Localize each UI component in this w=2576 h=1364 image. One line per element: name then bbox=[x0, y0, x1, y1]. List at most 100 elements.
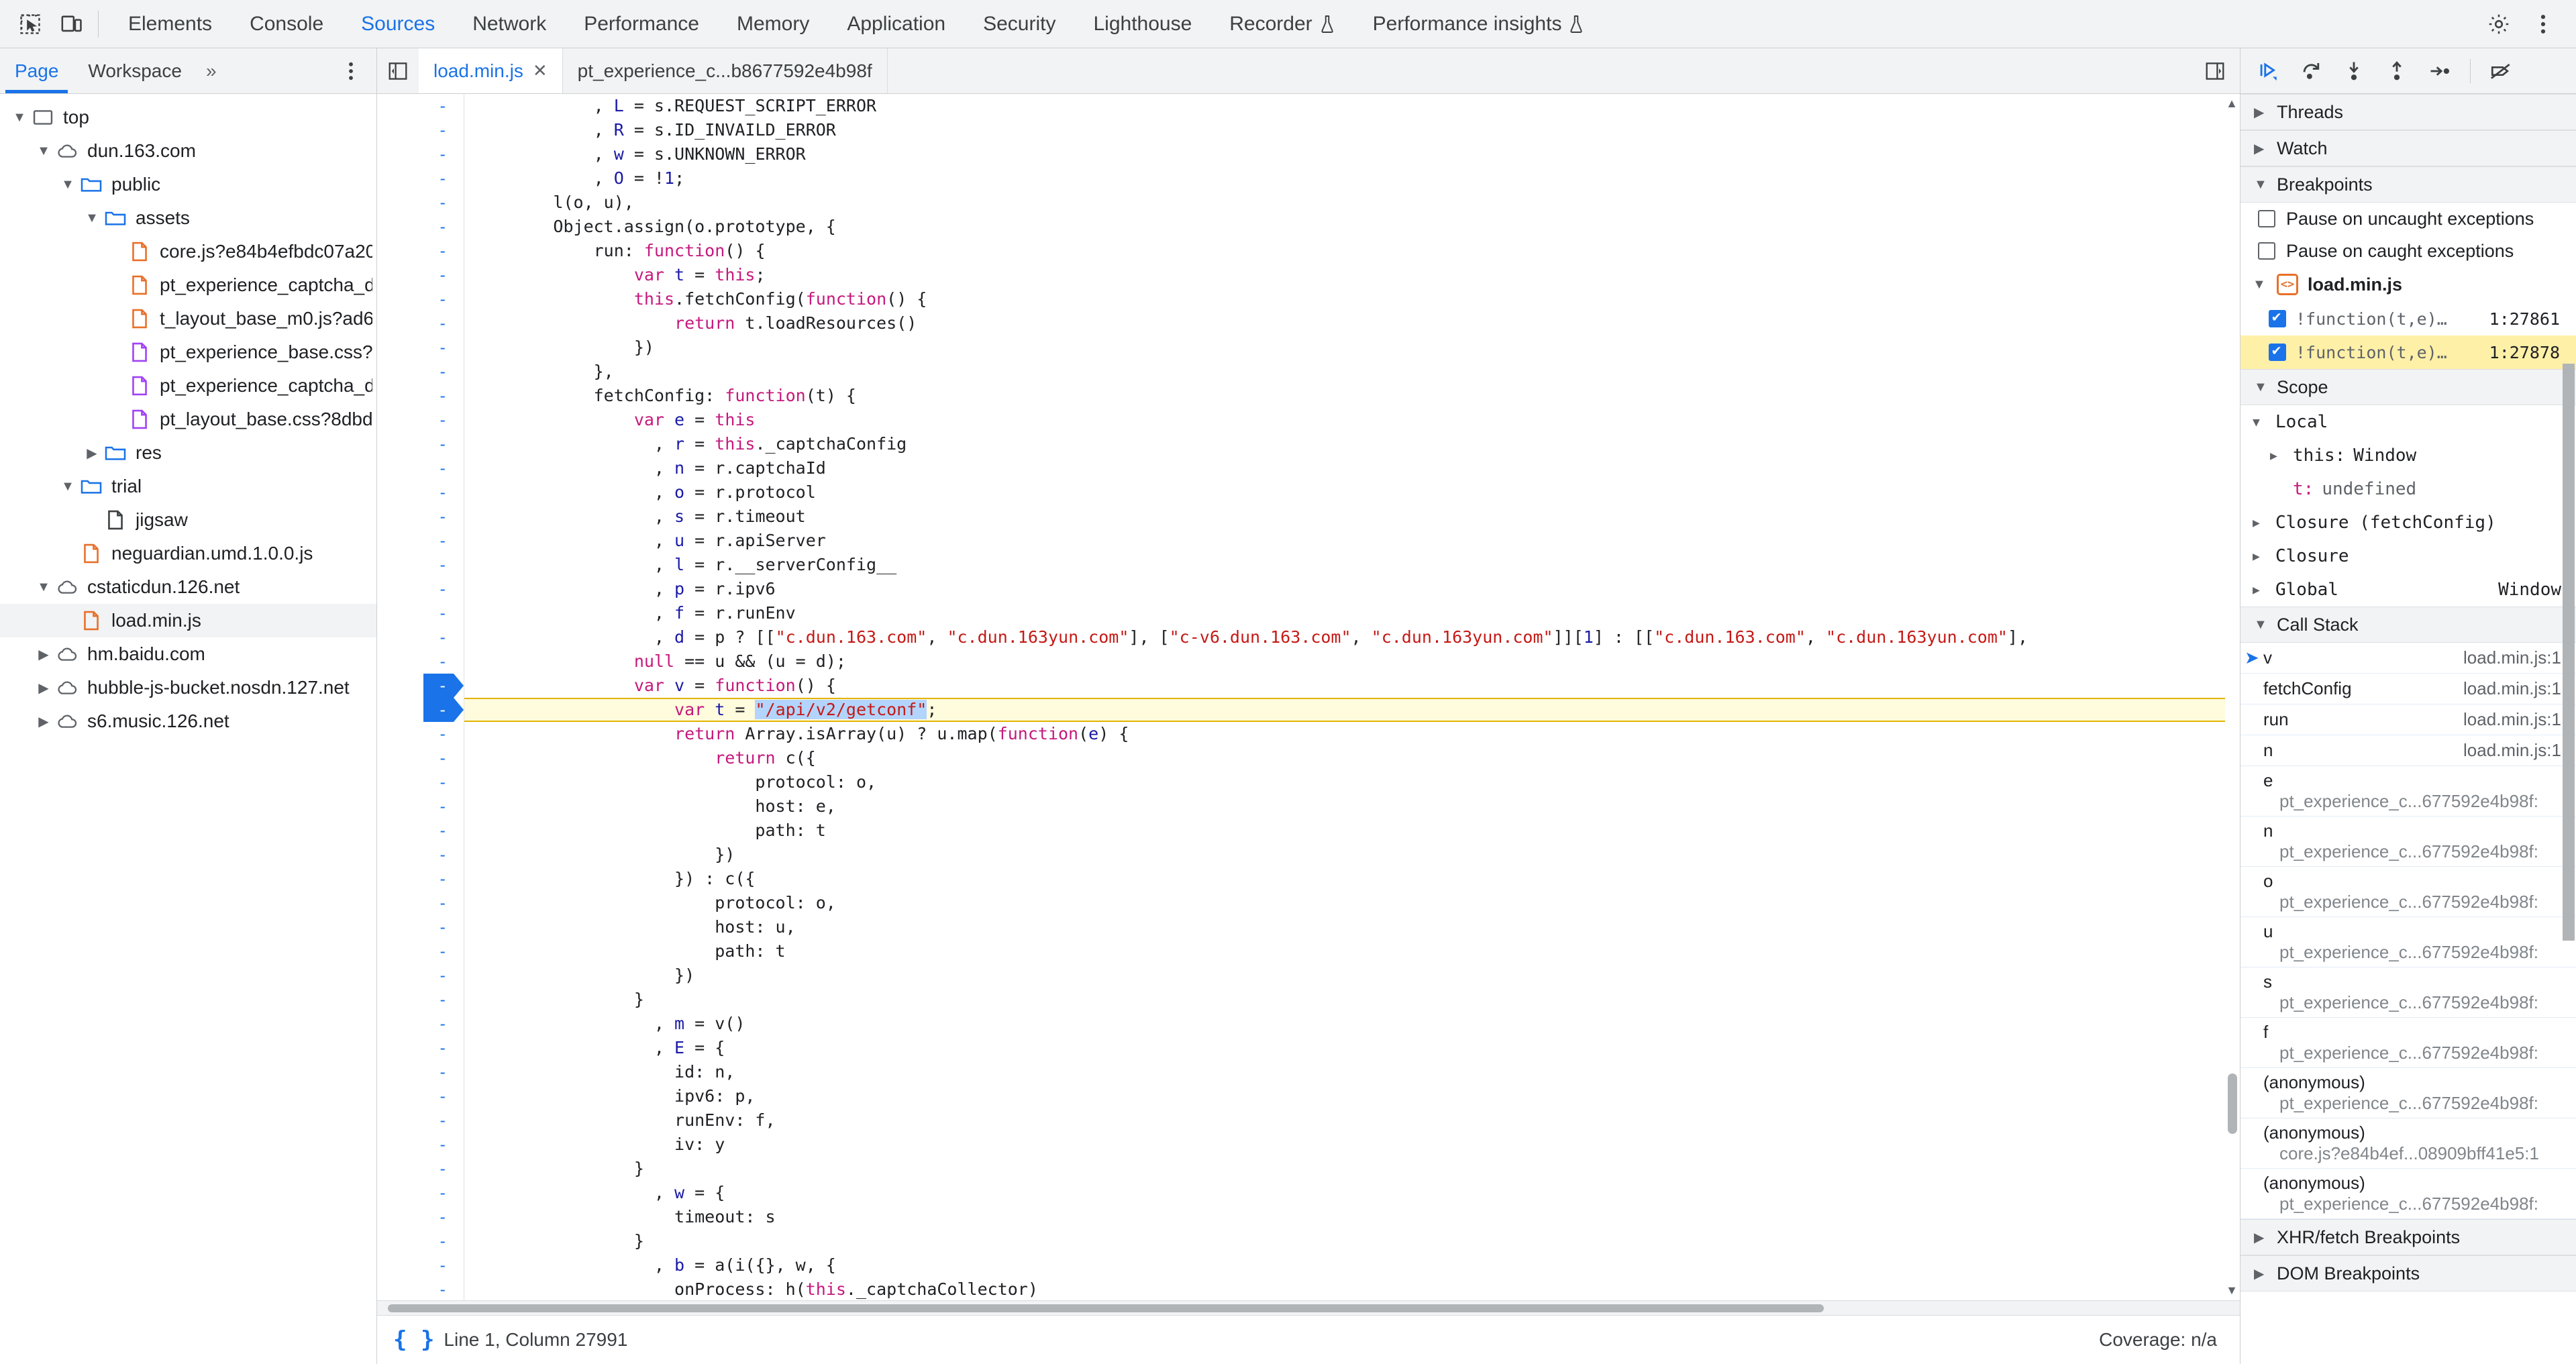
code-line[interactable]: , R = s.ID_INVAILD_ERROR bbox=[464, 118, 2240, 142]
line-number[interactable]: - bbox=[377, 843, 464, 867]
line-number[interactable]: - bbox=[377, 1012, 464, 1036]
tab-console[interactable]: Console bbox=[231, 0, 342, 48]
scrollbar-thumb[interactable] bbox=[2228, 1073, 2237, 1134]
chevron-right-icon[interactable] bbox=[34, 713, 54, 730]
code-line-executing[interactable]: var t = "/api/v2/getconf"; bbox=[464, 698, 2240, 722]
call-stack-frame[interactable]: (anonymous) pt_experience_c...677592e4b98… bbox=[2240, 1068, 2576, 1118]
line-number[interactable]: - bbox=[377, 1253, 464, 1277]
section-breakpoints[interactable]: Breakpoints bbox=[2240, 166, 2576, 203]
scroll-down-arrow-icon[interactable]: ▼ bbox=[2226, 1283, 2238, 1298]
step-icon[interactable] bbox=[2422, 54, 2458, 89]
file-tree-item[interactable]: trial bbox=[0, 470, 376, 503]
inspect-element-icon[interactable] bbox=[9, 5, 51, 44]
chevron-down-icon[interactable] bbox=[58, 479, 78, 494]
file-tree-item[interactable]: assets bbox=[0, 201, 376, 235]
line-number[interactable]: - bbox=[377, 263, 464, 287]
line-number[interactable]: - bbox=[377, 118, 464, 142]
code-line[interactable]: } bbox=[464, 1229, 2240, 1253]
line-number[interactable]: - bbox=[377, 384, 464, 408]
line-number[interactable]: - bbox=[377, 456, 464, 480]
file-tree-item[interactable]: core.js?e84b4efbdc07a20 bbox=[0, 235, 376, 268]
call-stack-frame[interactable]: u pt_experience_c...677592e4b98f: bbox=[2240, 917, 2576, 967]
tab-elements[interactable]: Elements bbox=[109, 0, 231, 48]
tab-application[interactable]: Application bbox=[828, 0, 964, 48]
scope-row[interactable]: Closure (fetchConfig) bbox=[2240, 506, 2576, 539]
scope-row[interactable]: t: undefined bbox=[2240, 472, 2576, 506]
line-number[interactable]: - bbox=[377, 625, 464, 649]
code-line[interactable]: protocol: o, bbox=[464, 770, 2240, 794]
line-number[interactable]: - bbox=[377, 360, 464, 384]
line-number[interactable]: - bbox=[377, 698, 464, 722]
code-line[interactable]: return t.loadResources() bbox=[464, 311, 2240, 335]
code-line[interactable]: return c({ bbox=[464, 746, 2240, 770]
file-tree-item[interactable]: public bbox=[0, 168, 376, 201]
scope-row[interactable]: GlobalWindow bbox=[2240, 573, 2576, 607]
tab-sources[interactable]: Sources bbox=[342, 0, 454, 48]
scroll-up-arrow-icon[interactable]: ▲ bbox=[2226, 97, 2238, 111]
code-line[interactable]: ipv6: p, bbox=[464, 1084, 2240, 1108]
pause-on-caught-exceptions-checkbox[interactable]: Pause on caught exceptions bbox=[2240, 235, 2576, 267]
file-tree-item[interactable]: load.min.js bbox=[0, 604, 376, 637]
line-number[interactable]: - bbox=[377, 891, 464, 915]
call-stack-frame[interactable]: (anonymous) core.js?e84b4ef...08909bff41e… bbox=[2240, 1118, 2576, 1169]
line-number[interactable]: - bbox=[377, 939, 464, 963]
file-tree-item[interactable]: pt_experience_captcha_dr bbox=[0, 369, 376, 403]
chevron-right-icon[interactable] bbox=[34, 680, 54, 696]
chevron-down-icon[interactable] bbox=[34, 144, 54, 159]
file-tree-item[interactable]: s6.music.126.net bbox=[0, 704, 376, 738]
editor-vertical-scrollbar[interactable]: ▲ ▼ bbox=[2225, 94, 2240, 1300]
code-line[interactable]: }, bbox=[464, 360, 2240, 384]
debugger-sections[interactable]: Threads Watch Breakpoints Pause on uncaught… bbox=[2240, 94, 2576, 1364]
line-number[interactable]: - bbox=[377, 529, 464, 553]
scrollbar-thumb[interactable] bbox=[388, 1304, 1824, 1312]
chevron-right-icon[interactable] bbox=[82, 445, 102, 462]
more-vertical-icon[interactable] bbox=[2522, 5, 2564, 44]
code-line[interactable]: return Array.isArray(u) ? u.map(function… bbox=[464, 722, 2240, 746]
code-line[interactable]: , O = !1; bbox=[464, 166, 2240, 191]
editor-tab-load-min-js[interactable]: load.min.js ✕ bbox=[419, 48, 563, 93]
line-number[interactable]: - bbox=[377, 408, 464, 432]
file-tree-item[interactable]: top bbox=[0, 101, 376, 134]
code-line[interactable]: path: t bbox=[464, 819, 2240, 843]
scope-row[interactable]: this: Window bbox=[2240, 439, 2576, 472]
line-number-gutter[interactable]: ----------------------------------------… bbox=[377, 94, 464, 1300]
section-dom-breakpoints[interactable]: DOM Breakpoints bbox=[2240, 1255, 2576, 1292]
close-icon[interactable]: ✕ bbox=[533, 60, 548, 81]
editor-tab-pt-experience[interactable]: pt_experience_c...b8677592e4b98f bbox=[563, 48, 888, 93]
line-number[interactable]: - bbox=[377, 915, 464, 939]
code-line[interactable]: }) bbox=[464, 843, 2240, 867]
code-line[interactable]: , w = s.UNKNOWN_ERROR bbox=[464, 142, 2240, 166]
call-stack-frame[interactable]: e pt_experience_c...677592e4b98f: bbox=[2240, 766, 2576, 817]
scope-row[interactable]: Closure bbox=[2240, 539, 2576, 573]
line-number[interactable]: - bbox=[377, 287, 464, 311]
code-line[interactable]: , L = s.REQUEST_SCRIPT_ERROR bbox=[464, 94, 2240, 118]
step-out-icon[interactable] bbox=[2379, 54, 2415, 89]
code-line[interactable]: run: function() { bbox=[464, 239, 2240, 263]
code-line[interactable]: , f = r.runEnv bbox=[464, 601, 2240, 625]
code-line[interactable]: , u = r.apiServer bbox=[464, 529, 2240, 553]
code-line[interactable]: var t = this; bbox=[464, 263, 2240, 287]
breakpoint-item[interactable]: !function(t,e)…1:27861 bbox=[2240, 302, 2576, 335]
chevron-down-icon[interactable] bbox=[82, 211, 102, 226]
code-line[interactable]: }) : c({ bbox=[464, 867, 2240, 891]
tab-network[interactable]: Network bbox=[454, 0, 565, 48]
resume-icon[interactable] bbox=[2250, 54, 2286, 89]
line-number[interactable]: - bbox=[377, 722, 464, 746]
code-line[interactable]: var v = function() { bbox=[464, 674, 2240, 698]
chevron-right-icon[interactable] bbox=[2253, 549, 2267, 564]
file-tree-item[interactable]: pt_experience_base.css?15 bbox=[0, 335, 376, 369]
navigator-tab-workspace[interactable]: Workspace bbox=[73, 48, 197, 93]
line-number[interactable]: - bbox=[377, 988, 464, 1012]
line-number[interactable]: - bbox=[377, 963, 464, 988]
call-stack-frame[interactable]: (anonymous) pt_experience_c...677592e4b98… bbox=[2240, 1169, 2576, 1219]
line-number[interactable]: - bbox=[377, 480, 464, 505]
file-tree-item[interactable]: pt_layout_base.css?8dbd7 bbox=[0, 403, 376, 436]
code-line[interactable]: path: t bbox=[464, 939, 2240, 963]
line-number[interactable]: - bbox=[377, 1108, 464, 1133]
editor-horizontal-scrollbar[interactable] bbox=[377, 1300, 2240, 1315]
line-number[interactable]: - bbox=[377, 649, 464, 674]
code-line[interactable]: , l = r.__serverConfig__ bbox=[464, 553, 2240, 577]
line-number[interactable]: - bbox=[377, 142, 464, 166]
chevron-right-icon[interactable] bbox=[34, 646, 54, 663]
open-sidebar-icon[interactable] bbox=[2190, 61, 2240, 81]
